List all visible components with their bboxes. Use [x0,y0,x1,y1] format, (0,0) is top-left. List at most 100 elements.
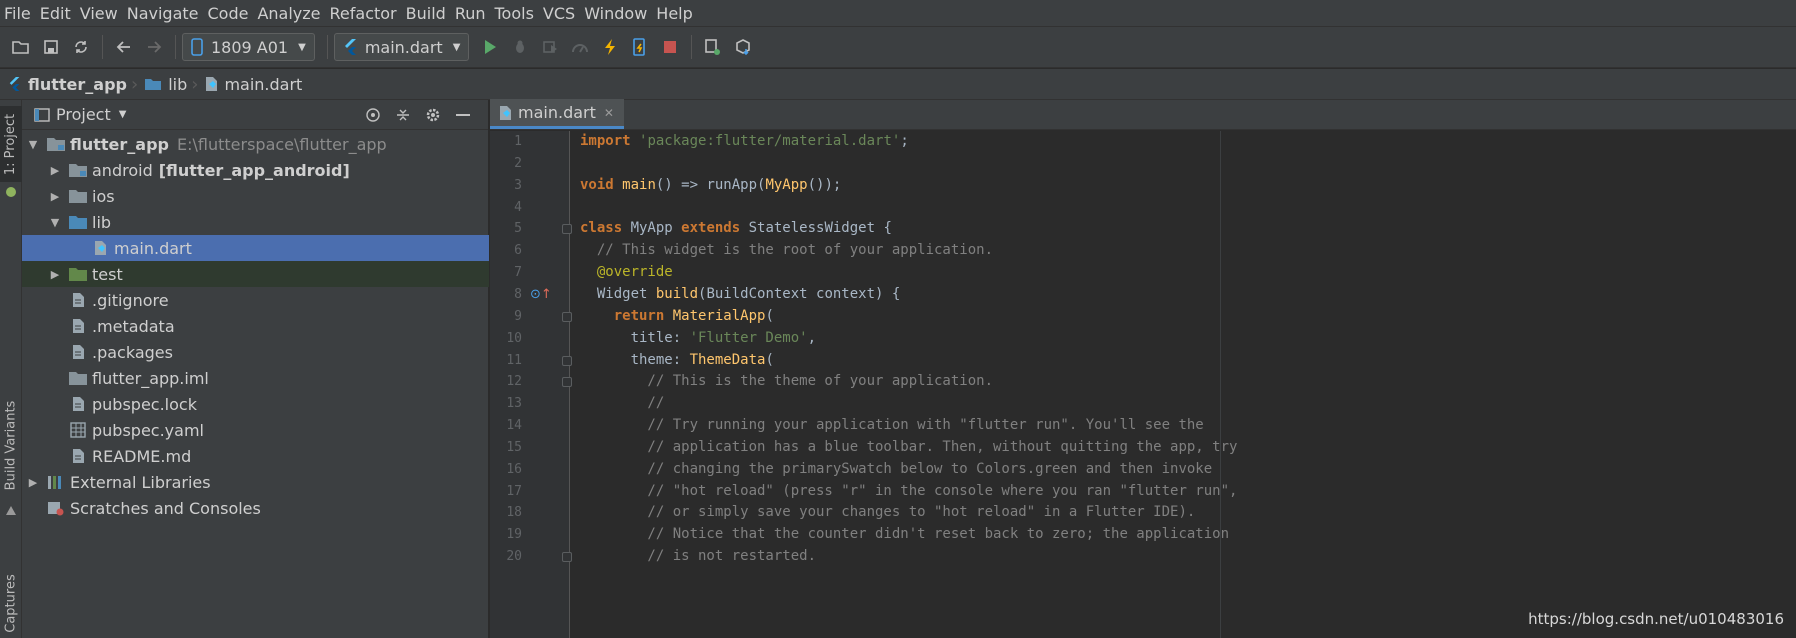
menu-edit[interactable]: Edit [36,0,76,27]
override-marker-icon[interactable]: ⊙↑ [530,287,552,302]
tree-item-ios[interactable]: ▶ ios [22,183,489,209]
tree-item-test[interactable]: ▶ test [22,261,489,287]
code-line: @override [580,264,673,280]
tree-item-metadata[interactable]: .metadata [22,313,489,339]
run-config-selector[interactable]: main.dart ▼ [333,33,470,61]
tab-build-variants-label: Build Variants [3,400,19,490]
tree-item-flutter-app[interactable]: ▼ flutter_app E:\flutterspace\flutter_app [22,131,489,157]
menu-refactor[interactable]: Refactor [326,0,402,27]
tree-item-lib[interactable]: ▼ lib [22,209,489,235]
collapse-arrow-icon[interactable]: ▶ [26,476,40,489]
back-arrow-icon[interactable] [109,32,139,62]
collapse-arrow-icon[interactable]: ▶ [48,268,62,281]
code-token: MaterialApp [672,307,766,324]
code-token: // or simply save your changes to "hot r… [580,504,1196,521]
expand-arrow-icon[interactable]: ▼ [48,216,62,229]
breadcrumb-label: main.dart [224,74,303,94]
hot-restart-icon[interactable] [625,32,655,62]
tab-captures[interactable]: Captures [0,570,22,636]
code-token: Widget [580,285,656,302]
tree-item-pubspec-lock[interactable]: pubspec.lock [22,391,489,417]
menu-navigate[interactable]: Navigate [123,0,204,27]
fold-marker-icon[interactable] [562,377,572,388]
menu-window[interactable]: Window [580,0,652,27]
tab-main-dart[interactable]: main.dart ✕ [490,99,624,129]
dart-file-icon [500,105,511,120]
sync-icon[interactable] [66,32,96,62]
project-panel-title[interactable]: Project [56,105,111,124]
profile-icon[interactable] [565,32,595,62]
code-token: 'package:flutter/material.dart' [639,133,901,149]
breadcrumb-item-project[interactable]: flutter_app [8,75,127,94]
fold-marker-icon[interactable] [562,552,572,563]
code-token: MyApp [630,220,682,237]
save-all-icon[interactable] [36,32,66,62]
tree-item-flutter-app-iml[interactable]: flutter_app.iml [22,365,489,391]
menu-file[interactable]: File [0,0,36,27]
attach-debugger-icon[interactable] [698,32,728,62]
line-number: 3 [514,177,522,193]
tree-item-scratches-and-consoles[interactable]: Scratches and Consoles [22,495,489,521]
debug-icon[interactable] [505,32,535,62]
menu-code[interactable]: Code [204,0,254,27]
project-view-icon [34,107,50,122]
code-token: () => runApp( [655,176,766,193]
menu-vcs[interactable]: VCS [539,0,580,27]
fold-marker-icon[interactable] [562,355,572,366]
breadcrumb-item-lib[interactable]: lib [144,75,187,94]
test-folder-icon [68,265,88,283]
fold-marker-icon[interactable] [562,311,572,322]
tree-item-main-dart[interactable]: main.dart [22,235,489,261]
open-folder-icon[interactable] [6,32,36,62]
menu-view[interactable]: View [76,0,123,27]
tree-item-label: .gitignore [92,290,169,310]
breadcrumb-item-file[interactable]: main.dart [204,75,302,94]
forward-arrow-icon[interactable] [139,32,169,62]
gear-icon[interactable] [418,104,448,126]
tree-item-label: pubspec.yaml [92,420,204,440]
breadcrumb-separator: › [191,73,199,95]
hot-reload-icon[interactable] [595,32,625,62]
code-line: // is not restarted. [580,548,816,564]
collapse-arrow-icon[interactable]: ▶ [48,164,62,177]
tree-item-packages[interactable]: .packages [22,339,489,365]
menu-analyze[interactable]: Analyze [253,0,325,27]
code-token: import [580,133,640,149]
tree-item-path: E:\flutterspace\flutter_app [177,134,387,154]
line-number: 5 [514,221,522,237]
device-selector[interactable]: 1809 A01 ▼ [182,33,315,61]
close-icon[interactable]: ✕ [604,106,614,120]
tab-project[interactable]: 1: Project [0,106,22,182]
tree-item-label: README.md [92,446,192,466]
line-number: 10 [506,330,522,346]
collapse-all-icon[interactable] [388,104,418,126]
expand-arrow-icon[interactable]: ▼ [26,138,40,151]
hide-panel-icon[interactable] [448,104,478,126]
line-number: 1 [514,134,522,149]
line-number: 9 [514,308,522,324]
tree-item-pubspec-yaml[interactable]: pubspec.yaml [22,417,489,443]
menu-tools[interactable]: Tools [491,0,539,27]
line-number: 12 [506,374,522,390]
run-icon[interactable] [475,32,505,62]
locate-file-icon[interactable] [358,104,388,126]
menu-help[interactable]: Help [652,0,697,27]
sdk-manager-icon[interactable] [728,32,758,62]
collapse-arrow-icon[interactable]: ▶ [48,190,62,203]
stop-icon[interactable] [655,32,685,62]
tab-project-label: 1: Project [3,113,19,175]
code-line: // application has a blue toolbar. Then,… [580,439,1237,455]
fold-marker-icon[interactable] [562,224,572,235]
tree-item-android[interactable]: ▶ android [flutter_app_android] [22,157,489,183]
tree-item-readme-md[interactable]: README.md [22,443,489,469]
tree-item-gitignore[interactable]: .gitignore [22,287,489,313]
tab-build-variants[interactable]: Build Variants [0,390,22,500]
project-panel-actions [358,104,478,126]
run-with-coverage-icon[interactable] [535,32,565,62]
left-tool-strip: 1: Project Build Variants Captures [0,100,22,638]
tree-item-external-libraries[interactable]: ▶ External Libraries [22,469,489,495]
editor-gutter: 1 2 3 4 5 6 7 8 9 10 11 12 13 14 15 16 17 18 19 20 ⊙↑ [490,131,572,638]
chevron-down-icon[interactable]: ▼ [119,109,127,120]
menu-run[interactable]: Run [451,0,491,27]
menu-build[interactable]: Build [402,0,451,27]
